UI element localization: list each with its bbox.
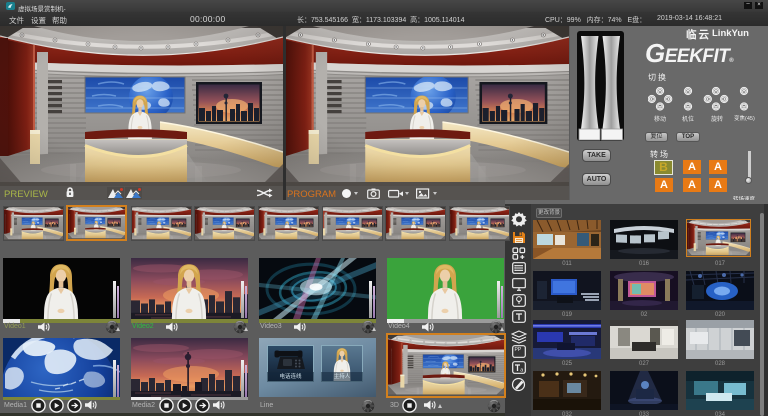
svg-text:a: a (520, 368, 524, 374)
svg-text:PP: PP (515, 347, 522, 353)
